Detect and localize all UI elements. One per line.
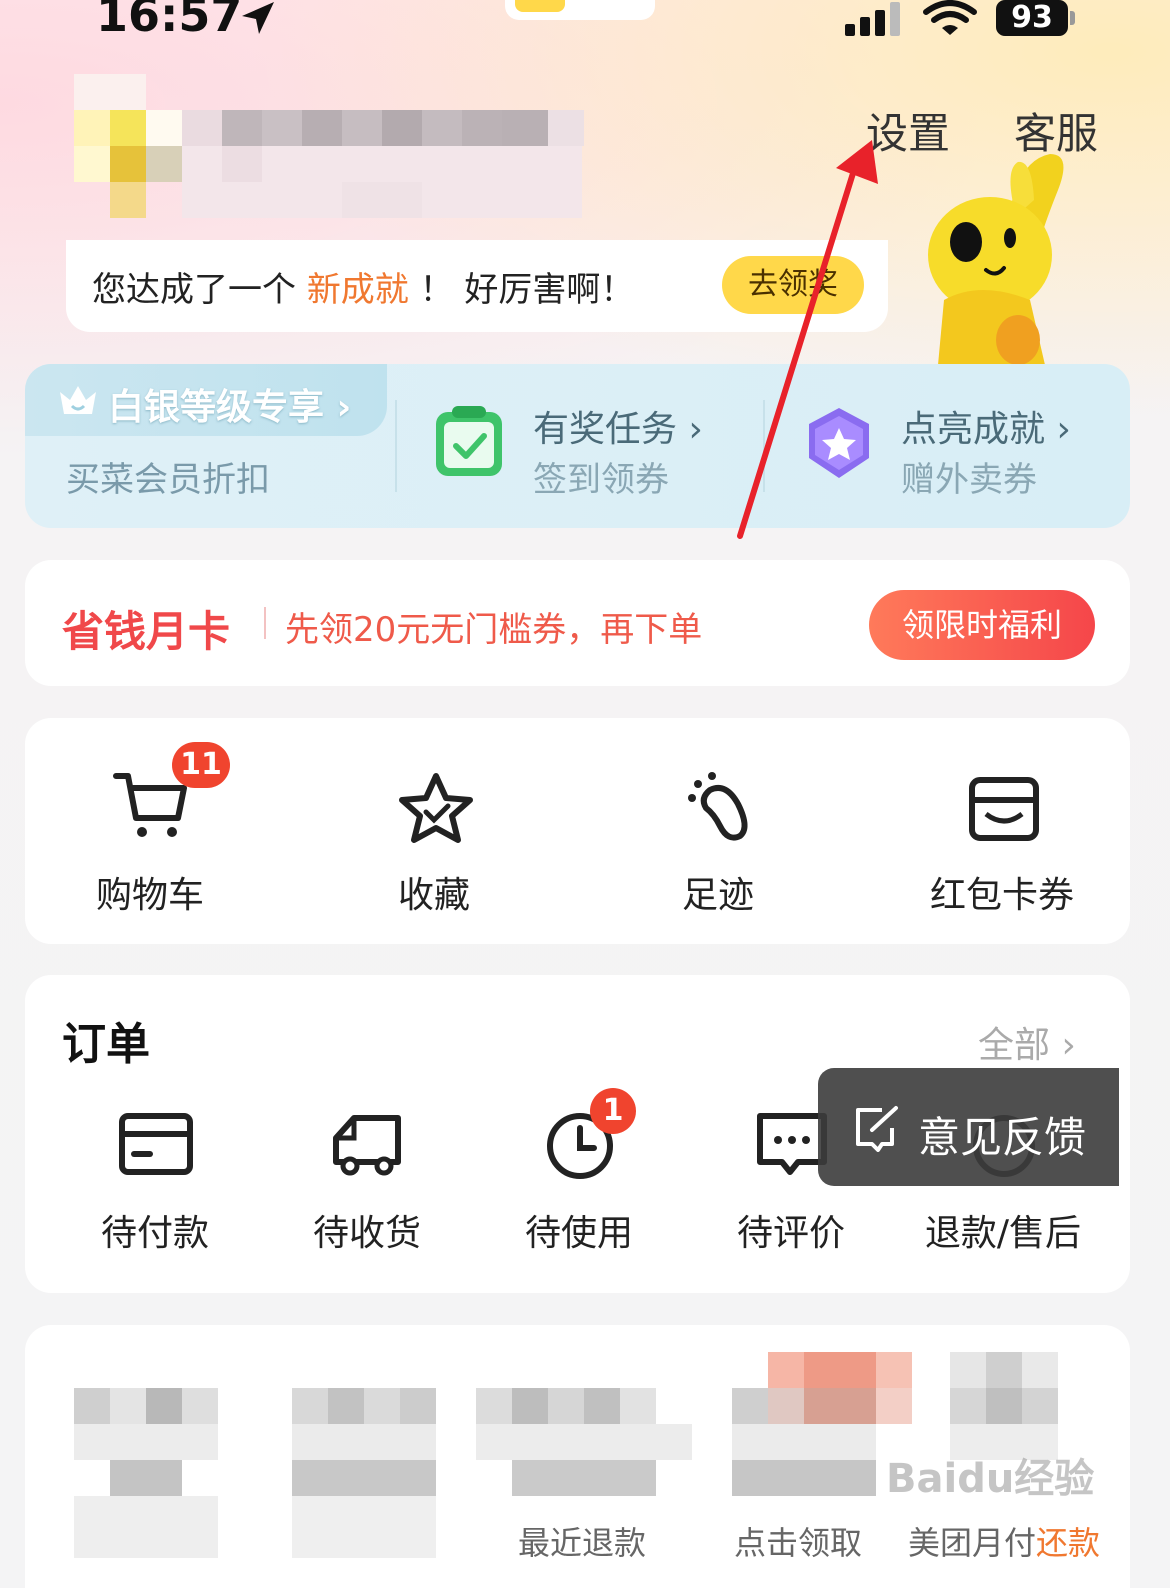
achievement-entry-title: 点亮成就 › (901, 400, 1071, 452)
divider (264, 607, 266, 639)
reward-task-title-text: 有奖任务 (533, 409, 678, 450)
edit-icon (856, 1106, 898, 1152)
all-orders-link[interactable]: 全部 › (978, 1016, 1076, 1068)
chevron-right-icon: › (1050, 1025, 1076, 1066)
achievement-text-after: ！ 好厉害啊！ (419, 270, 635, 310)
silver-level-title[interactable]: 白银等级专享 › (108, 378, 351, 430)
reward-task-subtitle: 签到领券 (533, 460, 669, 500)
location-arrow-icon (242, 2, 274, 34)
achievement-entry-title-text: 点亮成就 (901, 409, 1046, 450)
baidu-watermark: Baidu经验 (886, 1456, 1095, 1502)
chevron-right-icon: › (324, 387, 352, 428)
card-icon (119, 1113, 193, 1175)
order-status-label: 待评价 (736, 1213, 845, 1254)
meituan-monthly-pay-label: 美团月付还款 (908, 1518, 1100, 1564)
monthly-card-title: 省钱月卡 (62, 607, 231, 656)
quick-link-label: 红包卡券 (929, 875, 1074, 916)
recent-refund-label: 最近退款 (518, 1524, 647, 1562)
all-orders-label: 全部 (978, 1025, 1051, 1066)
achievement-text-before: 您达成了一个 (92, 270, 296, 310)
signal-icon (845, 2, 900, 36)
star-badge-icon (809, 408, 869, 478)
pending-use-badge: 1 (590, 1088, 636, 1134)
achievement-highlight: 新成就 (306, 270, 409, 310)
order-status-label: 待使用 (524, 1213, 633, 1254)
limited-benefit-button[interactable]: 领限时福利 (869, 590, 1095, 660)
cart-count-badge: 11 (172, 742, 230, 788)
battery-level: 93 (996, 0, 1068, 36)
silver-level-title-text: 白银等级专享 (108, 387, 325, 428)
orders-title: 订单 (62, 1019, 150, 1070)
battery-tip (1070, 11, 1075, 25)
quick-link-label: 收藏 (397, 875, 470, 916)
status-time: 16:57 (96, 0, 243, 42)
calendar-check-icon (436, 406, 502, 476)
monthly-card-description: 先领20元无门槛券，再下单 (285, 610, 703, 650)
mascot-kangaroo-image (928, 154, 1064, 365)
divider (763, 400, 765, 492)
claim-reward-button[interactable]: 去领奖 (722, 256, 864, 314)
wallet-icon (969, 777, 1039, 841)
order-status-label: 退款/售后 (924, 1213, 1082, 1254)
order-status-label: 待收货 (312, 1213, 421, 1254)
monthly-pay-text: 美团月付 (908, 1524, 1037, 1562)
star-icon (399, 773, 473, 843)
repay-text: 还款 (1036, 1524, 1101, 1562)
reward-task-title: 有奖任务 › (533, 400, 703, 452)
achievement-entry-subtitle: 赠外卖券 (901, 460, 1037, 500)
chevron-right-icon: › (1045, 409, 1071, 450)
footprint-icon (688, 772, 748, 841)
claim-now-label: 点击领取 (734, 1524, 863, 1562)
quick-link-label: 足迹 (681, 875, 754, 916)
silver-level-subtitle: 买菜会员折扣 (66, 460, 270, 500)
wifi-icon (923, 0, 977, 35)
chevron-right-icon: › (677, 409, 703, 450)
crown-icon (60, 386, 96, 414)
quick-link-label: 购物车 (95, 875, 204, 916)
order-status-label: 待付款 (100, 1213, 209, 1254)
truck-icon (333, 1115, 401, 1176)
divider (395, 400, 397, 492)
feedback-label: 意见反馈 (918, 1113, 1087, 1162)
app-indicator-pill (505, 0, 655, 20)
achievement-text: 您达成了一个 新成就 ！ 好厉害啊！ (92, 262, 634, 311)
